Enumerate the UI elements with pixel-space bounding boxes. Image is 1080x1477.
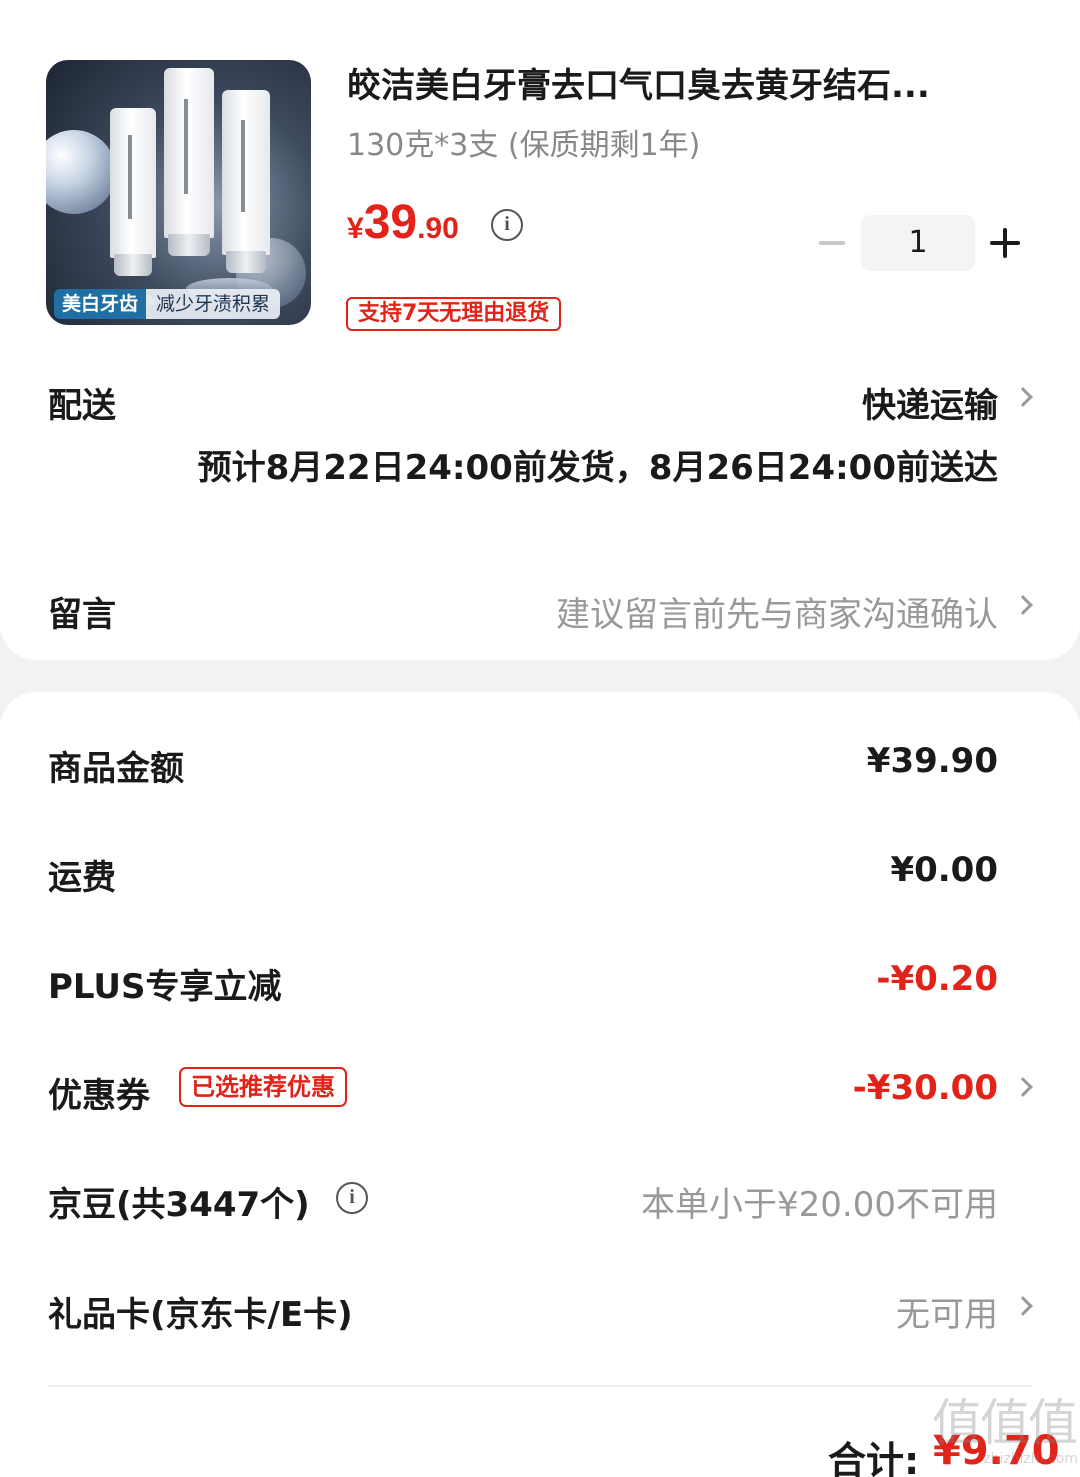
order-item-card: 美白牙齿 减少牙渍积累 皎洁美白牙膏去口气口臭去黄牙结石... 130克*3支 … bbox=[0, 0, 1080, 660]
quantity-input[interactable]: 1 bbox=[861, 215, 975, 271]
delivery-chevron-icon[interactable] bbox=[1013, 387, 1033, 407]
plus-discount-label: PLUS专享立减 bbox=[48, 967, 282, 1007]
price-currency: ¥ bbox=[347, 212, 364, 245]
message-label: 留言 bbox=[48, 595, 116, 635]
shipping-fee-value: ¥0.00 bbox=[890, 850, 998, 890]
jingdou-label: 京豆(共3447个) bbox=[48, 1185, 310, 1225]
return-policy-badge: 支持7天无理由退货 bbox=[346, 297, 562, 331]
product-image[interactable]: 美白牙齿 减少牙渍积累 bbox=[46, 60, 311, 325]
image-tag-secondary: 减少牙渍积累 bbox=[146, 289, 281, 319]
delivery-label: 配送 bbox=[48, 386, 116, 426]
image-tag-primary: 美白牙齿 bbox=[54, 289, 147, 319]
giftcard-value[interactable]: 无可用 bbox=[896, 1287, 998, 1336]
price-integer: 39 bbox=[363, 196, 418, 249]
watermark-url: zhizhizhi.com bbox=[983, 1451, 1078, 1467]
toothpaste-tube bbox=[110, 108, 156, 276]
toothpaste-tube bbox=[164, 68, 214, 256]
quantity-increase-button[interactable] bbox=[990, 228, 1020, 258]
summary-divider bbox=[48, 1385, 1032, 1387]
total-label: 合计: bbox=[828, 1439, 920, 1477]
goods-amount-value: ¥39.90 bbox=[866, 741, 998, 781]
goods-amount-label: 商品金额 bbox=[48, 749, 184, 789]
jingdou-value: 本单小于¥20.00不可用 bbox=[641, 1185, 998, 1225]
message-chevron-icon[interactable] bbox=[1013, 595, 1033, 615]
price-info-icon[interactable]: i bbox=[491, 209, 523, 241]
product-title[interactable]: 皎洁美白牙膏去口气口臭去黄牙结石... bbox=[347, 58, 1037, 107]
message-input[interactable]: 建议留言前先与商家沟通确认 bbox=[556, 587, 998, 636]
product-price: ¥39.90 bbox=[347, 195, 459, 250]
coupon-value[interactable]: -¥30.00 bbox=[853, 1068, 998, 1108]
delivery-method[interactable]: 快递运输 bbox=[862, 378, 998, 427]
delivery-estimate: 预计8月22日24:00前发货，8月26日24:00前送达 bbox=[197, 448, 998, 488]
jingdou-info-icon[interactable]: i bbox=[336, 1182, 368, 1214]
toothpaste-tube bbox=[222, 90, 270, 273]
decor-orb bbox=[46, 130, 116, 214]
site-watermark: 值值值 zhizhizhi.com bbox=[932, 1395, 1078, 1475]
giftcard-label: 礼品卡(京东卡/E卡) bbox=[48, 1295, 353, 1335]
quantity-decrease-button[interactable] bbox=[819, 241, 845, 245]
plus-discount-value: -¥0.20 bbox=[876, 959, 998, 999]
coupon-label: 优惠券 bbox=[48, 1076, 150, 1116]
price-decimal: .90 bbox=[417, 212, 459, 245]
coupon-selected-badge: 已选推荐优惠 bbox=[179, 1067, 347, 1107]
image-promo-tag: 美白牙齿 减少牙渍积累 bbox=[54, 289, 281, 319]
watermark-logo: 值值值 bbox=[932, 1394, 1078, 1452]
shipping-fee-label: 运费 bbox=[48, 858, 116, 898]
product-spec[interactable]: 130克*3支 (保质期剩1年) bbox=[347, 120, 700, 164]
